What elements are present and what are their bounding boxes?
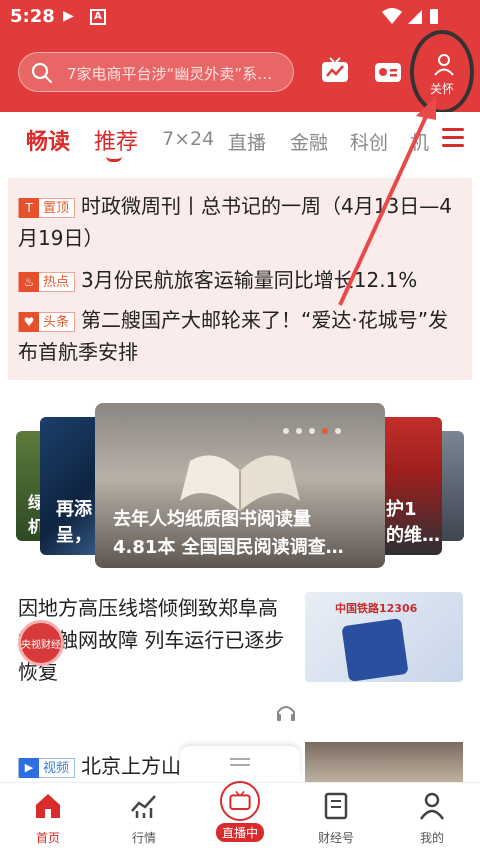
thumb-text: 中国铁路12306 <box>335 602 418 615</box>
nav-home[interactable]: 首页 <box>8 791 88 846</box>
heart-icon: ♥ <box>19 311 39 332</box>
tab-more-partial[interactable]: 机 <box>410 128 429 155</box>
tab-live[interactable]: 直播 <box>228 128 266 155</box>
pin-icon: T <box>19 197 39 218</box>
news-item-pinned[interactable]: T 置顶 时政微周刊丨总书记的一周（4月13日—4月19日） <box>18 190 458 254</box>
video-icon: ▶ <box>19 757 39 778</box>
bottom-nav: 首页 行情 直播中 财经号 我的 <box>0 781 480 852</box>
fire-icon: ♨ <box>19 271 39 292</box>
badge-headline: ♥ 头条 <box>18 311 76 332</box>
trend-tv-icon[interactable] <box>320 56 350 86</box>
news-text: 3月份民航旅客运输量同比增长12.1% <box>81 268 418 292</box>
carousel-caption-2: 4.81本 全国国民阅读调查… <box>113 537 344 558</box>
news-item-headline[interactable]: ♥ 头条 第二艘国产大邮轮来了！“爱达·花城号”发布首航季安排 <box>18 304 458 368</box>
cctv-finance-badge[interactable]: 央视财经 <box>18 620 64 666</box>
status-bar: 5:28 ▶ A <box>0 0 480 34</box>
drag-handle[interactable] <box>180 746 300 776</box>
search-icon <box>31 62 53 84</box>
news-text: 时政微周刊丨总书记的一周（4月13日—4月19日） <box>18 194 452 250</box>
radio-icon[interactable] <box>373 56 403 86</box>
carousel-card-main[interactable]: 去年人均纸质图书阅读量 4.81本 全国国民阅读调查… <box>95 403 385 568</box>
carousel-caption-1: 去年人均纸质图书阅读量 <box>113 509 311 530</box>
user-icon <box>419 792 445 820</box>
care-mode-button[interactable]: 关怀 <box>410 30 474 114</box>
app-notification-icon: A <box>90 9 106 25</box>
tab-active-indicator <box>106 156 122 162</box>
badge-pinned: T 置顶 <box>18 197 76 218</box>
care-label: 关怀 <box>429 82 454 96</box>
channel-tabs: 畅读 推荐 7×24 直播 金融 科创 机 <box>0 112 480 172</box>
news-carousel[interactable]: 绿 机 再添 呈， 护1 的维… 去年人均纸质图书阅读量 4.81本 全国国民阅… <box>0 395 480 570</box>
headphone-icon[interactable] <box>275 702 297 722</box>
phone-image <box>341 618 409 682</box>
signal-battery-icon <box>380 6 440 26</box>
nav-finance-account[interactable]: 财经号 <box>296 791 376 846</box>
tab-recommend[interactable]: 推荐 <box>94 124 138 156</box>
nav-live[interactable]: 直播中 <box>200 781 280 842</box>
doc-icon <box>324 792 348 820</box>
top-news-panel: T 置顶 时政微周刊丨总书记的一周（4月13日—4月19日） ♨ 热点 3月份民航旅客运… <box>8 178 472 380</box>
badge-hot: ♨ 热点 <box>18 271 76 292</box>
carousel-dots <box>283 419 348 438</box>
play-icon: ▶ <box>63 8 74 24</box>
home-icon <box>36 794 60 818</box>
tab-7x24[interactable]: 7×24 <box>162 128 214 150</box>
tab-finance[interactable]: 金融 <box>290 128 328 155</box>
tab-changdu[interactable]: 畅读 <box>26 124 70 156</box>
menu-icon[interactable] <box>442 128 464 148</box>
badge-video: ▶ 视频 <box>18 757 76 778</box>
nav-mine[interactable]: 我的 <box>392 791 472 846</box>
status-time: 5:28 <box>10 6 55 27</box>
tab-tech[interactable]: 科创 <box>350 128 388 155</box>
search-placeholder: 7家电商平台涉“幽灵外卖”系… <box>67 65 273 83</box>
chart-icon <box>131 795 156 818</box>
search-input[interactable]: 7家电商平台涉“幽灵外卖”系… <box>18 52 294 92</box>
care-user-icon <box>434 54 454 76</box>
video-thumbnail[interactable] <box>305 742 463 782</box>
nav-market[interactable]: 行情 <box>104 791 184 846</box>
tv-icon <box>220 781 260 821</box>
news-item-hot[interactable]: ♨ 热点 3月份民航旅客运输量同比增长12.1% <box>18 264 458 296</box>
news-text: 第二艘国产大邮轮来了！“爱达·花城号”发布首航季安排 <box>18 308 449 364</box>
article-thumbnail[interactable]: 中国铁路12306 <box>305 592 463 682</box>
